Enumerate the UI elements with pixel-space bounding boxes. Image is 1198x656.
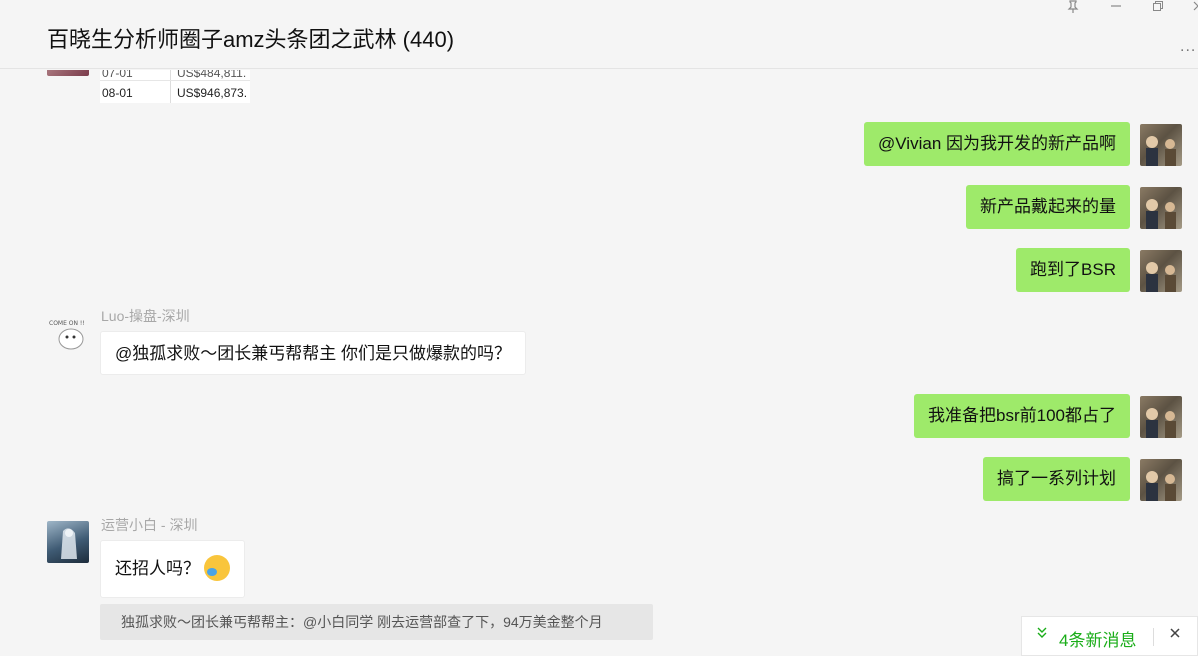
table-cell: 08-01: [102, 86, 133, 100]
pin-icon[interactable]: [1060, 0, 1086, 18]
avatar[interactable]: [1140, 250, 1182, 292]
table-cell: US$484,811.: [177, 70, 247, 80]
image-message[interactable]: 07-01 US$484,811. 08-01 US$946,873.: [100, 70, 250, 103]
message-bubble[interactable]: 新产品戴起来的量: [966, 185, 1130, 229]
table-cell: 07-01: [102, 70, 133, 80]
chat-title: 百晓生分析师圈子amz头条团之武林 (440): [47, 27, 455, 52]
laughing-tears-emoji-icon: [204, 554, 230, 581]
sender-name: 运营小白 - 深圳: [101, 517, 198, 533]
quoted-reply[interactable]: 独孤求败～团长兼丐帮帮主：@小白同学 刚去运营部查了下，94万美金整个月: [100, 604, 653, 640]
chat-header: 百晓生分析师圈子amz头条团之武林 (440) ...: [0, 0, 1198, 69]
message-bubble[interactable]: 还招人吗？: [100, 540, 245, 598]
more-options-button[interactable]: ...: [1180, 38, 1196, 56]
message-bubble[interactable]: @独孤求败～团长兼丐帮帮主 你们是只做爆款的吗？: [100, 331, 526, 375]
message-bubble[interactable]: 搞了一系列计划: [983, 457, 1130, 501]
restore-icon[interactable]: [1145, 0, 1171, 18]
message-list[interactable]: 07-01 US$484,811. 08-01 US$946,873. @Viv…: [0, 70, 1198, 656]
new-messages-indicator[interactable]: 4条新消息: [1021, 616, 1198, 656]
avatar[interactable]: [1140, 459, 1182, 501]
message-bubble[interactable]: 跑到了BSR: [1016, 248, 1130, 292]
svg-text:COME ON !!: COME ON !!: [49, 320, 85, 327]
avatar[interactable]: COME ON !!: [47, 313, 89, 355]
minimize-icon[interactable]: [1103, 0, 1129, 18]
message-bubble[interactable]: @Vivian 因为我开发的新产品啊: [864, 122, 1130, 166]
chevron-down-icon: [1036, 626, 1048, 644]
avatar[interactable]: [47, 70, 89, 76]
divider: [1153, 628, 1154, 646]
avatar[interactable]: [1140, 187, 1182, 229]
message-text: 还招人吗？: [115, 559, 200, 578]
close-icon[interactable]: [1185, 0, 1198, 18]
message-bubble[interactable]: 我准备把bsr前100都占了: [914, 394, 1130, 438]
avatar[interactable]: [1140, 124, 1182, 166]
close-icon[interactable]: [1169, 626, 1181, 644]
avatar[interactable]: [1140, 396, 1182, 438]
sender-name: Luo-操盘-深圳: [101, 308, 190, 324]
new-messages-label: 4条新消息: [1059, 631, 1137, 650]
avatar[interactable]: [47, 521, 89, 563]
table-cell: US$946,873.: [177, 86, 248, 100]
